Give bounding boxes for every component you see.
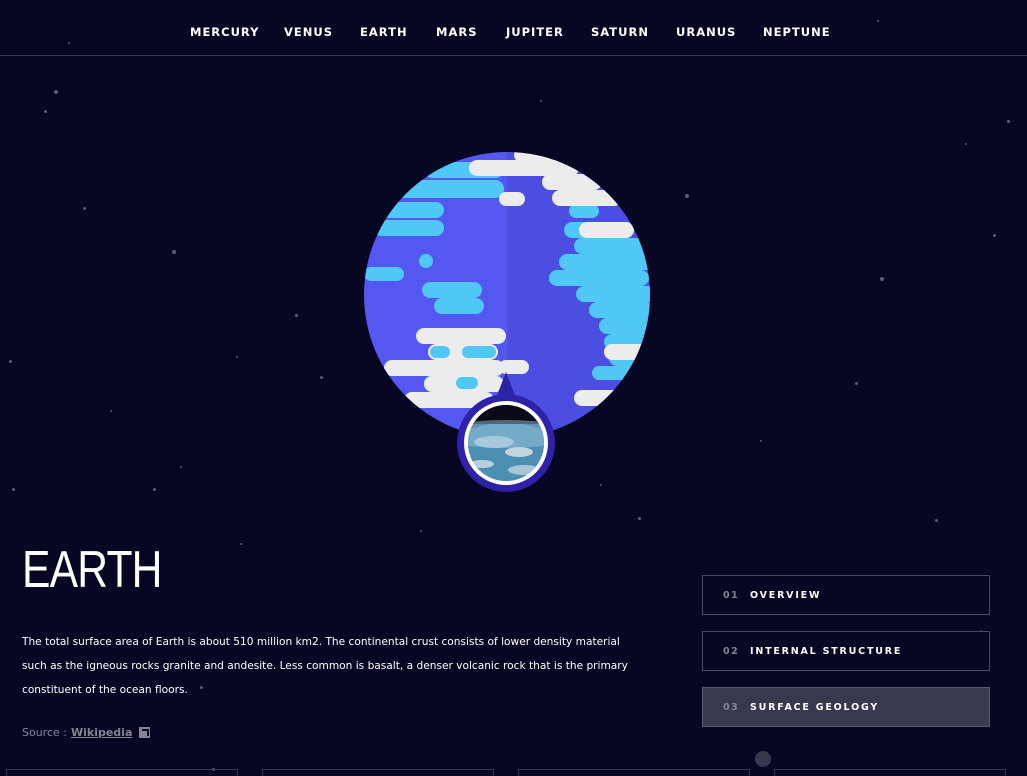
tab-surface-geology[interactable]: 03 SURFACE GEOLOGY: [702, 687, 990, 727]
planet-description: The total surface area of Earth is about…: [22, 636, 628, 696]
external-link-icon[interactable]: [139, 727, 151, 738]
tab-number: 03: [723, 701, 740, 713]
wikipedia-link[interactable]: Wikipedia: [71, 726, 132, 739]
nav-item-mars[interactable]: MARS: [436, 25, 477, 39]
tab-number: 02: [723, 645, 740, 657]
source-prefix: Source :: [22, 726, 67, 739]
earth-illustration-icon: [364, 152, 650, 492]
stat-card: [6, 769, 238, 776]
tab-overview[interactable]: 01 OVERVIEW: [702, 575, 990, 615]
source-line: Source : Wikipedia: [22, 726, 151, 739]
planet-title: EARTH: [22, 541, 162, 599]
nav-item-saturn[interactable]: SATURN: [591, 25, 649, 39]
tab-label: SURFACE GEOLOGY: [750, 701, 880, 713]
tab-label: INTERNAL STRUCTURE: [750, 645, 903, 657]
stat-card: [774, 769, 1006, 776]
nav-item-mercury[interactable]: MERCURY: [190, 25, 260, 39]
nav-item-venus[interactable]: VENUS: [284, 25, 333, 39]
nav-item-uranus[interactable]: URANUS: [676, 25, 736, 39]
planet-illustration: [364, 152, 650, 492]
tab-number: 01: [723, 589, 740, 601]
nav-item-earth[interactable]: EARTH: [360, 25, 408, 39]
tab-label: OVERVIEW: [750, 589, 822, 601]
nav-item-neptune[interactable]: NEPTUNE: [763, 25, 831, 39]
nav-item-jupiter[interactable]: JUPITER: [506, 25, 564, 39]
tab-internal-structure[interactable]: 02 INTERNAL STRUCTURE: [702, 631, 990, 671]
planet-nav: MERCURY VENUS EARTH MARS JUPITER SATURN …: [0, 0, 1027, 56]
scroll-indicator: [755, 751, 771, 767]
stat-card: [518, 769, 750, 776]
stat-card: [262, 769, 494, 776]
